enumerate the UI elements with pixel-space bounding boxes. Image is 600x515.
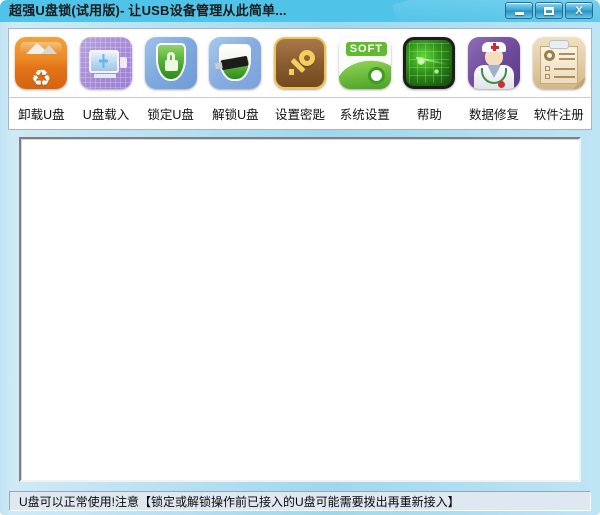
toolbar-icon-row: ♻ … SOFT xyxy=(9,29,591,97)
toolbar-label-lock-udisk[interactable]: 锁定U盘 xyxy=(138,104,203,123)
toolbar-button-register[interactable] xyxy=(526,37,591,89)
toolbar-label-system-settings[interactable]: 系统设置 xyxy=(332,104,397,123)
radar-icon[interactable] xyxy=(403,37,456,89)
toolbar-button-unlock-udisk[interactable] xyxy=(203,37,268,89)
toolbar-label-register[interactable]: 软件注册 xyxy=(526,104,591,123)
soft-gear-icon[interactable]: SOFT xyxy=(338,37,391,89)
toolbar-label-row: 卸载U盘 U盘载入 锁定U盘 解锁U盘 设置密匙 系统设置 帮助 数据修复 软件… xyxy=(9,98,591,129)
status-message: U盘可以正常使用!注意【锁定或解锁操作前已接入的U盘可能需要拨出再重新接入】 xyxy=(19,494,460,509)
status-bar: U盘可以正常使用!注意【锁定或解锁操作前已接入的U盘可能需要拨出再重新接入】 xyxy=(9,491,591,511)
toolbar-label-data-repair[interactable]: 数据修复 xyxy=(462,104,527,123)
toolbar-label-unload-udisk[interactable]: 卸载U盘 xyxy=(9,104,74,123)
close-button[interactable]: X xyxy=(565,2,593,19)
toolbar-label-load-udisk[interactable]: U盘载入 xyxy=(74,104,139,123)
toolbar-label-help[interactable]: 帮助 xyxy=(397,104,462,123)
monitor-load-icon[interactable] xyxy=(80,37,132,89)
toolbar-label-unlock-udisk[interactable]: 解锁U盘 xyxy=(203,104,268,123)
doctor-icon[interactable] xyxy=(468,37,521,89)
minimize-button[interactable] xyxy=(505,2,533,19)
application-window: 超强U盘锁(试用版)- 让USB设备管理从此简单... X ♻ … SOFT 卸… xyxy=(0,0,600,515)
window-controls: X xyxy=(505,2,593,19)
toolbar-button-set-key[interactable]: … xyxy=(268,37,333,89)
toolbar-button-lock-udisk[interactable] xyxy=(138,37,203,89)
toolbar-button-system-settings[interactable]: SOFT xyxy=(332,37,397,89)
toolbar-button-help[interactable] xyxy=(397,37,462,89)
maximize-button[interactable] xyxy=(535,2,563,19)
key-icon[interactable]: … xyxy=(274,37,327,89)
maximize-icon xyxy=(544,6,554,15)
title-bar[interactable]: 超强U盘锁(试用版)- 让USB设备管理从此简单... X xyxy=(0,0,600,22)
toolbar-button-load-udisk[interactable] xyxy=(74,37,139,89)
shield-lock-icon[interactable] xyxy=(144,37,197,89)
shield-usb-icon[interactable] xyxy=(209,37,262,89)
toolbar: ♻ … SOFT 卸载U盘 U盘载入 锁定U盘 解锁U盘 设置密匙 系统设置 帮… xyxy=(8,28,592,130)
main-content-area[interactable] xyxy=(19,137,581,482)
window-title: 超强U盘锁(试用版)- 让USB设备管理从此简单... xyxy=(9,3,287,18)
recycle-bin-icon[interactable]: ♻ xyxy=(15,37,68,89)
minimize-icon xyxy=(514,12,524,15)
toolbar-button-data-repair[interactable] xyxy=(462,37,527,89)
toolbar-label-set-key[interactable]: 设置密匙 xyxy=(268,104,333,123)
clipboard-gear-icon[interactable] xyxy=(532,37,585,89)
toolbar-button-unload-udisk[interactable]: ♻ xyxy=(9,37,74,89)
